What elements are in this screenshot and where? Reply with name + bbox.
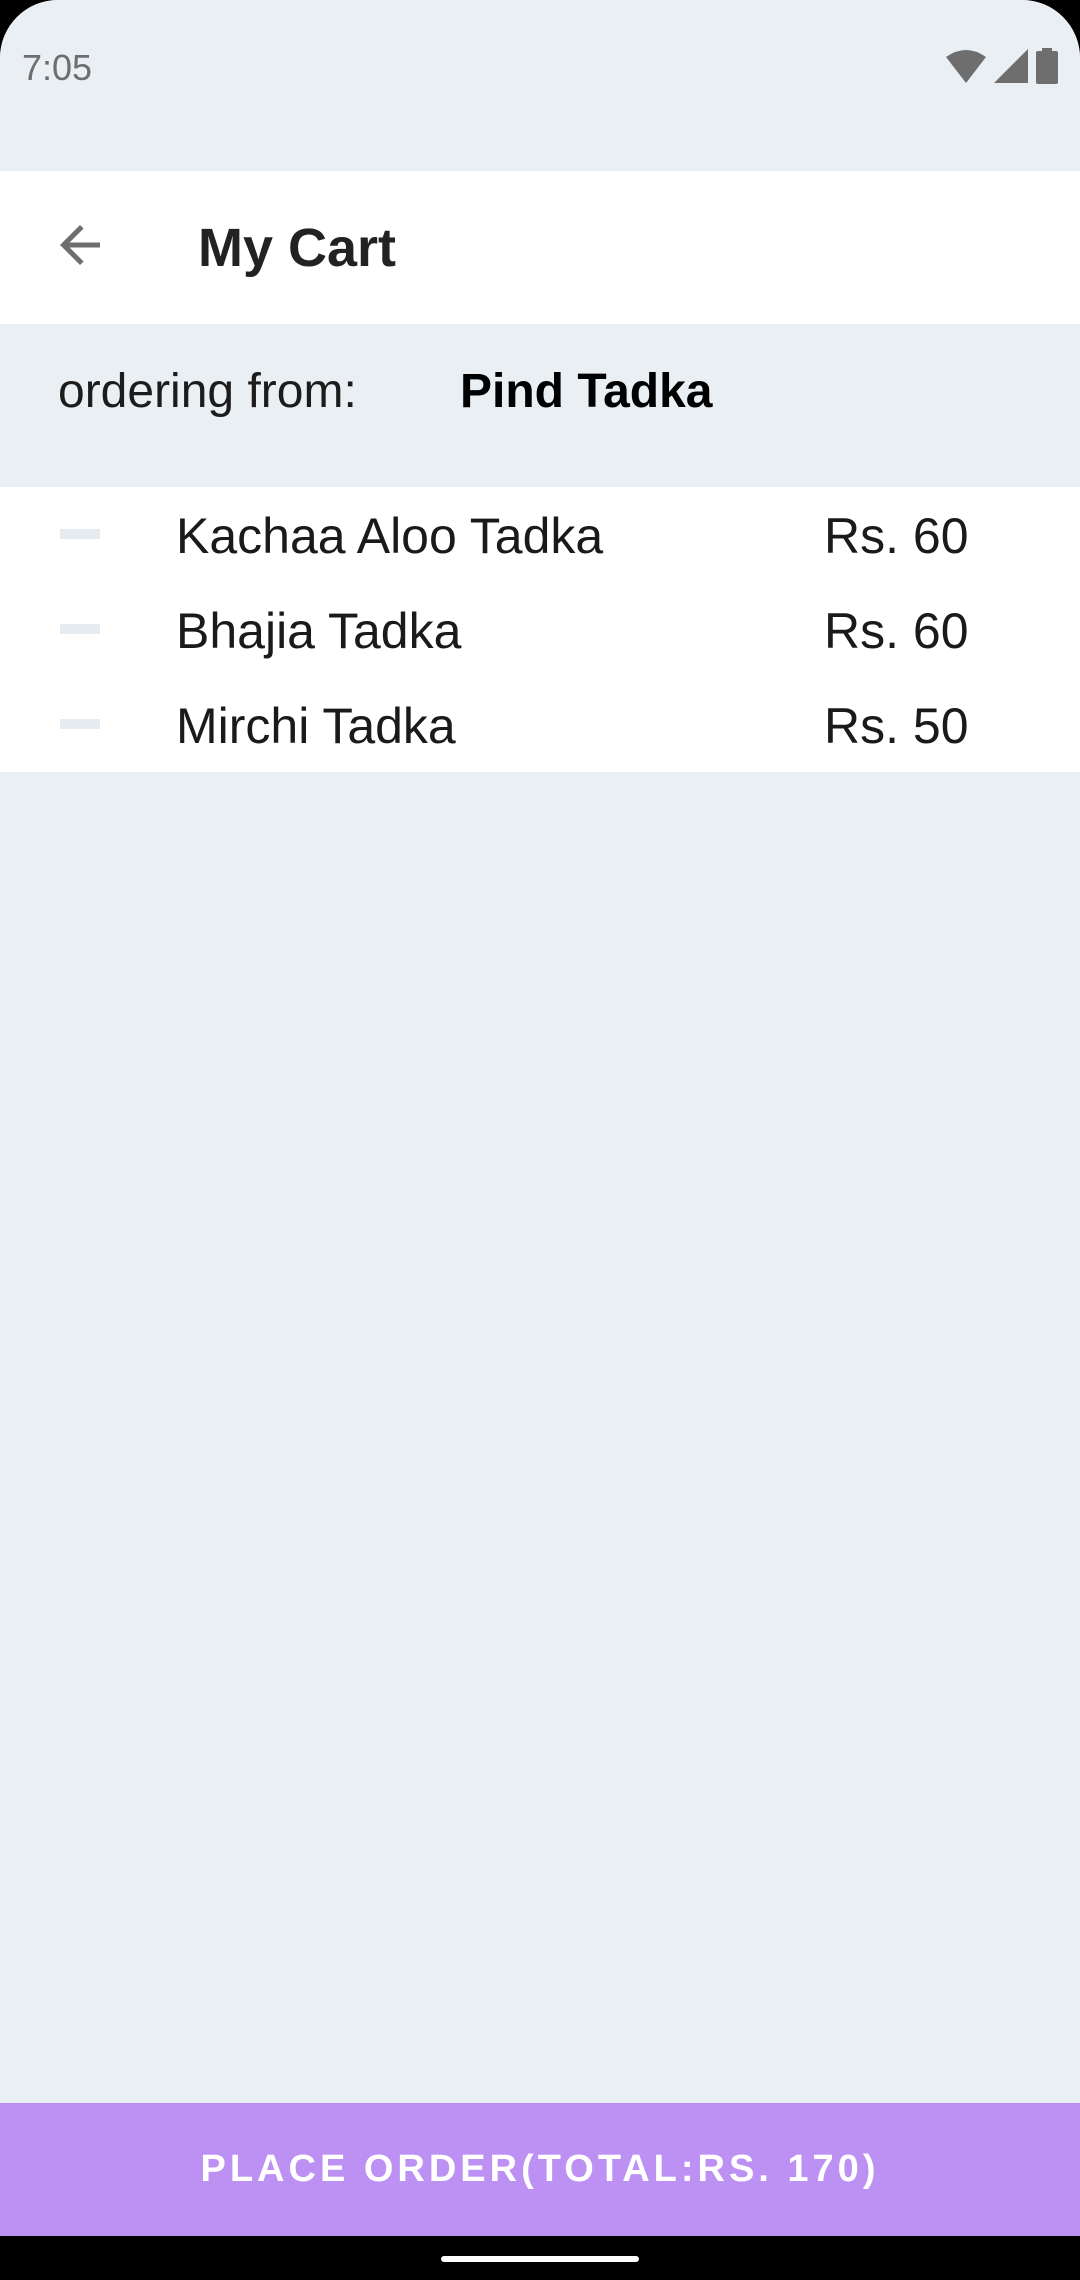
item-name: Kachaa Aloo Tadka — [176, 508, 604, 564]
cart-item: Mirchi Tadka Rs. 50 — [0, 677, 1080, 772]
item-price: Rs. 60 — [824, 508, 969, 564]
page-title: My Cart — [198, 218, 397, 278]
item-price: Rs. 60 — [824, 603, 969, 659]
status-time: 7:05 — [22, 47, 93, 88]
place-order-button[interactable]: PLACE ORDER(TOTAL:RS. 170) — [0, 2103, 1080, 2236]
navigation-bar — [0, 2236, 1080, 2280]
back-button[interactable] — [40, 207, 120, 287]
item-name: Bhajia Tadka — [176, 603, 462, 659]
cart-item: Bhajia Tadka Rs. 60 — [0, 582, 1080, 677]
cart-items-list: Kachaa Aloo Tadka Rs. 60 Bhajia Tadka Rs… — [0, 487, 1080, 772]
item-price: Rs. 50 — [824, 698, 969, 754]
ordering-from-row: ordering from: Pind Tadka — [0, 324, 1080, 486]
item-marker — [60, 719, 100, 729]
item-marker — [60, 529, 100, 539]
cellular-signal-icon — [994, 48, 1028, 88]
wifi-icon — [946, 49, 986, 88]
item-marker — [60, 624, 100, 634]
restaurant-name: Pind Tadka — [460, 365, 713, 418]
arrow-back-icon — [56, 221, 104, 274]
app-bar: My Cart — [0, 171, 1080, 324]
cart-item: Kachaa Aloo Tadka Rs. 60 — [0, 487, 1080, 582]
cart-screen: 7:05 My Cart ordering from: Pind Tadka K… — [0, 0, 1080, 2280]
battery-icon — [1036, 47, 1058, 89]
ordering-from-label: ordering from: — [58, 365, 357, 418]
home-indicator[interactable] — [441, 2256, 639, 2262]
status-bar: 7:05 — [0, 0, 1080, 140]
item-name: Mirchi Tadka — [176, 698, 456, 754]
status-icons — [946, 47, 1058, 89]
